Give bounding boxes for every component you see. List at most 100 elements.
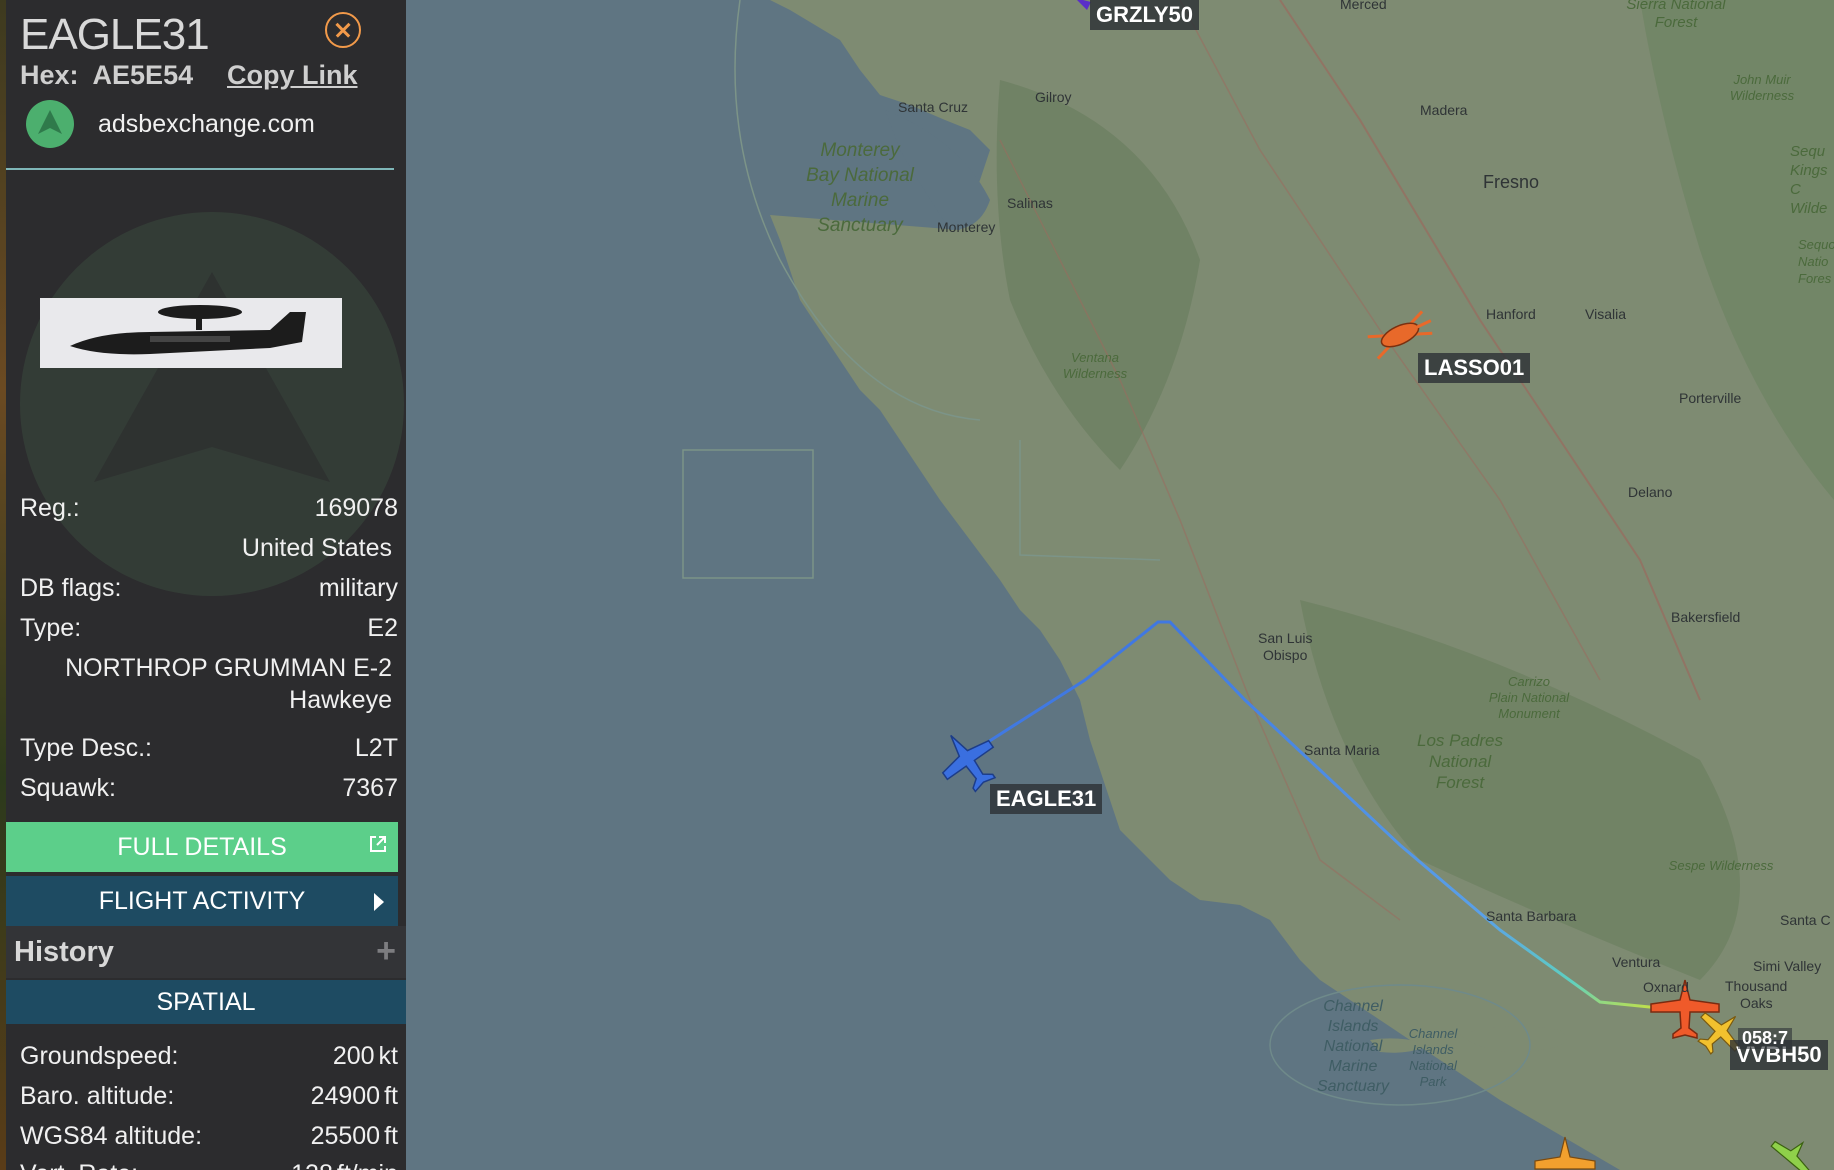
groundspeed-label: Groundspeed: — [20, 1042, 179, 1070]
history-label: History — [14, 936, 114, 968]
park-sierra: Sierra National Forest — [1620, 0, 1732, 32]
park-line: National — [1428, 752, 1492, 771]
wgs84-altitude-value-group: 25500 ft — [311, 1122, 398, 1151]
place-thousand: Thousand — [1725, 978, 1788, 994]
park-line: Kings C — [1790, 162, 1828, 198]
park-line: Plain National — [1488, 690, 1570, 705]
close-icon[interactable] — [325, 12, 361, 48]
park-monterey-bay: Monterey Bay National Marine Sanctuary — [790, 138, 930, 238]
park-line: Park — [1419, 1074, 1447, 1089]
aircraft-photo[interactable] — [40, 298, 342, 368]
squawk-label: Squawk: — [20, 774, 116, 802]
park-carrizo: Carrizo Plain National Monument — [1478, 674, 1580, 722]
baro-altitude-unit: ft — [384, 1082, 398, 1110]
history-section-header[interactable]: History + — [6, 926, 406, 978]
place-oaks: Oaks — [1740, 995, 1773, 1011]
squawk-row: Squawk: 7367 — [20, 774, 398, 804]
park-line: Channel — [1408, 1026, 1458, 1041]
place-madera: Madera — [1420, 102, 1468, 118]
place-porterville: Porterville — [1679, 390, 1742, 406]
flight-activity-label: FLIGHT ACTIVITY — [98, 887, 306, 915]
park-line: Ventana — [1071, 350, 1119, 365]
site-name[interactable]: adsbexchange.com — [98, 110, 315, 139]
db-flags-row: DB flags: military — [20, 574, 398, 604]
grzly50-map-label[interactable]: GRZLY50 — [1090, 0, 1200, 30]
hex-row: Hex: AE5E54 — [20, 60, 193, 91]
type-name-line2: Hawkeye — [289, 686, 392, 714]
adsbexchange-logo-icon — [26, 100, 74, 148]
park-channel-islands: Channel Islands National Park — [1398, 1026, 1468, 1090]
copy-link[interactable]: Copy Link — [227, 60, 358, 91]
park-line: Marine — [1328, 1058, 1378, 1075]
reg-value: 169078 — [314, 494, 398, 522]
place-merced: Merced — [1340, 0, 1387, 12]
lasso01-map-label[interactable]: LASSO01 — [1418, 353, 1531, 383]
park-line: Sanctuary — [817, 215, 903, 236]
type-desc-row: Type Desc.: L2T — [20, 734, 398, 764]
park-line: Fores — [1798, 271, 1832, 286]
groundspeed-value: 200 — [332, 1042, 375, 1070]
squawk-value: 7367 — [342, 774, 398, 802]
park-line: Sierra National — [1626, 0, 1726, 13]
park-los-padres: Los Padres National Forest — [1410, 730, 1510, 793]
aircraft-silhouette-icon — [70, 305, 306, 355]
type-row: Type: E2 — [20, 614, 398, 644]
place-hanford: Hanford — [1486, 306, 1536, 322]
place-gilroy: Gilroy — [1035, 89, 1072, 105]
park-sequoia-forest: Sequo Natio Fores — [1798, 236, 1834, 287]
park-line: Sanctuary — [1316, 1078, 1390, 1095]
park-line: Marine — [830, 190, 890, 211]
full-details-button[interactable]: FULL DETAILS — [6, 822, 398, 872]
baro-altitude-value-group: 24900 ft — [311, 1082, 398, 1111]
park-line: Channel — [1323, 998, 1383, 1015]
groundspeed-value-group: 200 kt — [333, 1042, 398, 1071]
park-sespe: Sespe Wilderness — [1668, 858, 1774, 873]
full-details-label: FULL DETAILS — [117, 833, 287, 861]
eagle31-map-label[interactable]: EAGLE31 — [990, 784, 1103, 814]
hex-value: AE5E54 — [92, 60, 194, 90]
place-ventura: Ventura — [1612, 954, 1661, 970]
park-line: Monterey — [820, 140, 900, 161]
place-visalia: Visalia — [1585, 306, 1626, 322]
type-label: Type: — [20, 614, 82, 642]
baro-altitude-row: Baro. altitude: 24900 ft — [20, 1082, 398, 1112]
callsign-title: EAGLE31 — [20, 10, 210, 59]
park-line: Wilderness — [1729, 88, 1795, 103]
park-line: Los Padres — [1417, 731, 1503, 750]
park-line: Forest — [1435, 773, 1485, 792]
spatial-tab[interactable]: SPATIAL — [6, 980, 406, 1024]
place-delano: Delano — [1628, 484, 1673, 500]
park-line: Natio — [1798, 254, 1829, 269]
vert-rate-label: Vert. Rate: — [20, 1160, 138, 1170]
park-line: Wilderness — [1062, 366, 1128, 381]
type-name-line1: NORTHROP GRUMMAN E-2 — [65, 654, 392, 682]
park-line: Wilde — [1790, 200, 1828, 217]
park-line: Monument — [1498, 706, 1560, 721]
park-line: Sequo — [1798, 237, 1834, 252]
type-desc-value: L2T — [354, 734, 398, 762]
flight-activity-button[interactable]: FLIGHT ACTIVITY — [6, 876, 398, 926]
vert-rate-row: Vert. Rate: 128 ft/min — [20, 1160, 398, 1170]
place-santa-maria: Santa Maria — [1304, 742, 1380, 758]
chevron-right-icon — [374, 893, 384, 911]
external-link-icon — [370, 836, 386, 852]
expand-plus-icon[interactable]: + — [376, 932, 396, 971]
place-fresno: Fresno — [1483, 172, 1540, 192]
db-flags-label: DB flags: — [20, 574, 122, 602]
baro-altitude-label: Baro. altitude: — [20, 1082, 175, 1110]
park-channel-sanctuary: Channel Islands National Marine Sanctuar… — [1308, 997, 1398, 1097]
park-line: National — [1323, 1038, 1383, 1055]
place-bakersfield: Bakersfield — [1671, 609, 1741, 625]
type-desc-label: Type Desc.: — [20, 734, 152, 762]
partial-map-label[interactable]: 058:7 — [1738, 1028, 1793, 1049]
park-line: Islands — [1412, 1042, 1454, 1057]
park-line: National — [1409, 1058, 1457, 1073]
baro-altitude-value: 24900 — [310, 1082, 381, 1110]
groundspeed-row: Groundspeed: 200 kt — [20, 1042, 398, 1072]
type-value: E2 — [367, 614, 398, 642]
vert-rate-value-group: 128 ft/min — [291, 1160, 398, 1170]
place-santa-barbara: Santa Barbara — [1486, 908, 1577, 924]
hex-label: Hex: — [20, 60, 79, 90]
reg-row: Reg.: 169078 — [20, 494, 398, 524]
place-santa-cruz: Santa Cruz — [898, 99, 969, 115]
